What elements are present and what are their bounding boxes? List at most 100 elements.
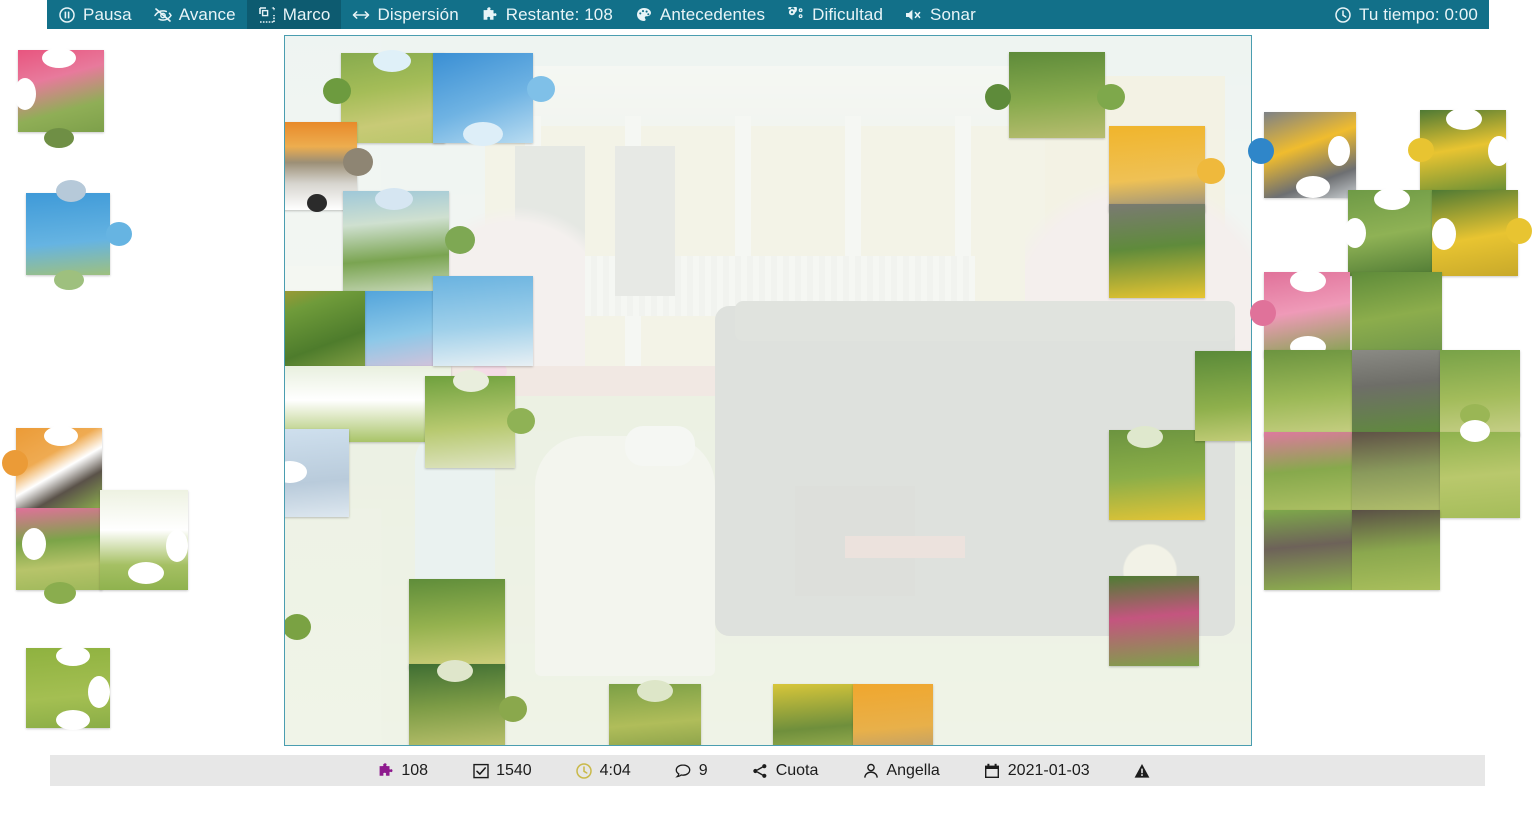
puzzle-piece[interactable]	[1440, 432, 1520, 518]
piece-hole	[1488, 136, 1510, 166]
piece-hole	[1432, 218, 1456, 250]
puzzle-piece[interactable]	[1009, 52, 1105, 138]
pause-circle-icon	[58, 6, 76, 24]
piece-knob	[985, 84, 1011, 110]
puzzle-piece-icon	[377, 762, 394, 779]
puzzle-piece[interactable]	[1352, 432, 1440, 518]
status-share-value: Cuota	[775, 761, 819, 779]
puzzle-piece[interactable]	[1352, 272, 1442, 358]
toolbar-label-sonar: Sonar	[930, 5, 976, 24]
toolbar-label-antecedentes: Antecedentes	[659, 5, 766, 24]
piece-knob	[56, 180, 86, 202]
status-pieces: 108	[355, 762, 450, 780]
puzzle-piece[interactable]	[1264, 432, 1352, 518]
piece-knob	[2, 450, 28, 476]
toolbar-item-marco[interactable]: Marco	[246, 0, 342, 29]
check-square-icon	[472, 762, 489, 779]
piece-hole	[166, 530, 188, 562]
puzzle-piece[interactable]	[1352, 510, 1440, 590]
piece-knob	[1250, 300, 1276, 326]
status-share[interactable]: Cuota	[730, 762, 841, 780]
piece-knob	[527, 76, 555, 102]
puzzle-piece[interactable]	[1195, 351, 1251, 441]
piece-hole	[1446, 108, 1482, 130]
status-besttime: 4:04	[554, 762, 653, 780]
piece-knob	[445, 226, 475, 254]
volume-mute-icon	[905, 6, 923, 24]
piece-hole	[1290, 270, 1326, 292]
clock-icon	[1334, 6, 1352, 24]
piece-knob	[1408, 138, 1434, 162]
puzzle-piece[interactable]	[1109, 126, 1205, 212]
piece-hole	[1344, 218, 1366, 248]
piece-knob	[106, 222, 132, 246]
puzzle-app: Pausa Avance Marco Dispersión Restante: …	[0, 0, 1536, 813]
puzzle-piece[interactable]	[853, 684, 933, 745]
clock-icon	[576, 762, 593, 779]
puzzle-piece[interactable]	[1109, 576, 1199, 666]
toolbar-item-pausa[interactable]: Pausa	[47, 0, 143, 29]
status-author-value: Angella	[886, 761, 940, 779]
piece-hole	[44, 426, 78, 446]
piece-hole	[128, 562, 164, 584]
toolbar-item-dispersion[interactable]: Dispersión	[341, 0, 469, 29]
puzzle-piece[interactable]	[773, 684, 857, 745]
toolbar-item-avance[interactable]: Avance	[143, 0, 247, 29]
status-author[interactable]: Angella	[840, 762, 961, 780]
piece-knob	[323, 78, 351, 104]
puzzle-piece[interactable]	[26, 193, 110, 275]
piece-knob	[343, 148, 373, 176]
status-date-value: 2021-01-03	[1007, 761, 1090, 779]
toolbar-item-antecedentes[interactable]: Antecedentes	[624, 0, 776, 29]
status-comments[interactable]: 9	[653, 762, 730, 780]
puzzle-piece[interactable]	[433, 276, 533, 366]
piece-hole	[463, 122, 503, 146]
status-report[interactable]	[1112, 762, 1180, 779]
piece-hole	[56, 646, 90, 666]
toolbar-timer: Tu tiempo: 0:00	[1323, 0, 1489, 29]
toolbar-item-dificultad[interactable]: Dificultad	[776, 0, 894, 29]
piece-hole	[637, 680, 673, 702]
status-comments-value: 9	[698, 761, 708, 779]
piece-hole	[453, 370, 489, 392]
comment-icon	[675, 762, 692, 779]
status-solved-value: 1540	[496, 761, 532, 779]
status-besttime-value: 4:04	[599, 761, 631, 779]
piece-hole	[437, 660, 473, 682]
share-icon	[752, 762, 769, 779]
piece-knob	[499, 696, 527, 722]
piece-knob	[44, 582, 76, 604]
piece-knob	[507, 408, 535, 434]
puzzle-board[interactable]	[284, 35, 1252, 746]
piece-knob	[54, 270, 84, 290]
bottom-status-bar: 108 1540 4:04 9 Cuota Angella 2021-01-03	[50, 755, 1485, 786]
piece-hole	[1328, 136, 1350, 166]
arrows-h-icon	[352, 6, 370, 24]
palette-icon	[635, 6, 653, 24]
status-pieces-value: 108	[401, 761, 429, 779]
user-icon	[862, 762, 879, 779]
piece-knob	[1460, 420, 1490, 442]
piece-hole	[373, 50, 411, 72]
piece-hole	[1127, 426, 1163, 448]
piece-knob	[1097, 84, 1125, 110]
toolbar-item-sonar[interactable]: Sonar	[894, 0, 987, 29]
puzzle-piece[interactable]	[409, 579, 505, 669]
piece-knob	[1248, 138, 1274, 164]
puzzle-piece[interactable]	[1264, 510, 1352, 590]
piece-hole	[1296, 176, 1330, 198]
toolbar-label-dificultad: Dificultad	[812, 5, 883, 24]
calendar-icon	[984, 762, 1001, 779]
puzzle-piece[interactable]	[1352, 350, 1440, 436]
piece-hole	[375, 188, 413, 210]
toolbar-item-restante[interactable]: Restante: 108	[470, 0, 624, 29]
puzzle-piece[interactable]	[1264, 350, 1352, 436]
toolbar-label-avance: Avance	[178, 5, 236, 24]
puzzle-piece[interactable]	[285, 291, 365, 377]
piece-hole	[56, 710, 90, 730]
piece-knob	[285, 614, 311, 640]
warning-icon	[1134, 762, 1151, 779]
piece-hole	[1374, 188, 1410, 210]
puzzle-piece[interactable]	[1109, 204, 1205, 298]
frame-icon	[258, 6, 276, 24]
